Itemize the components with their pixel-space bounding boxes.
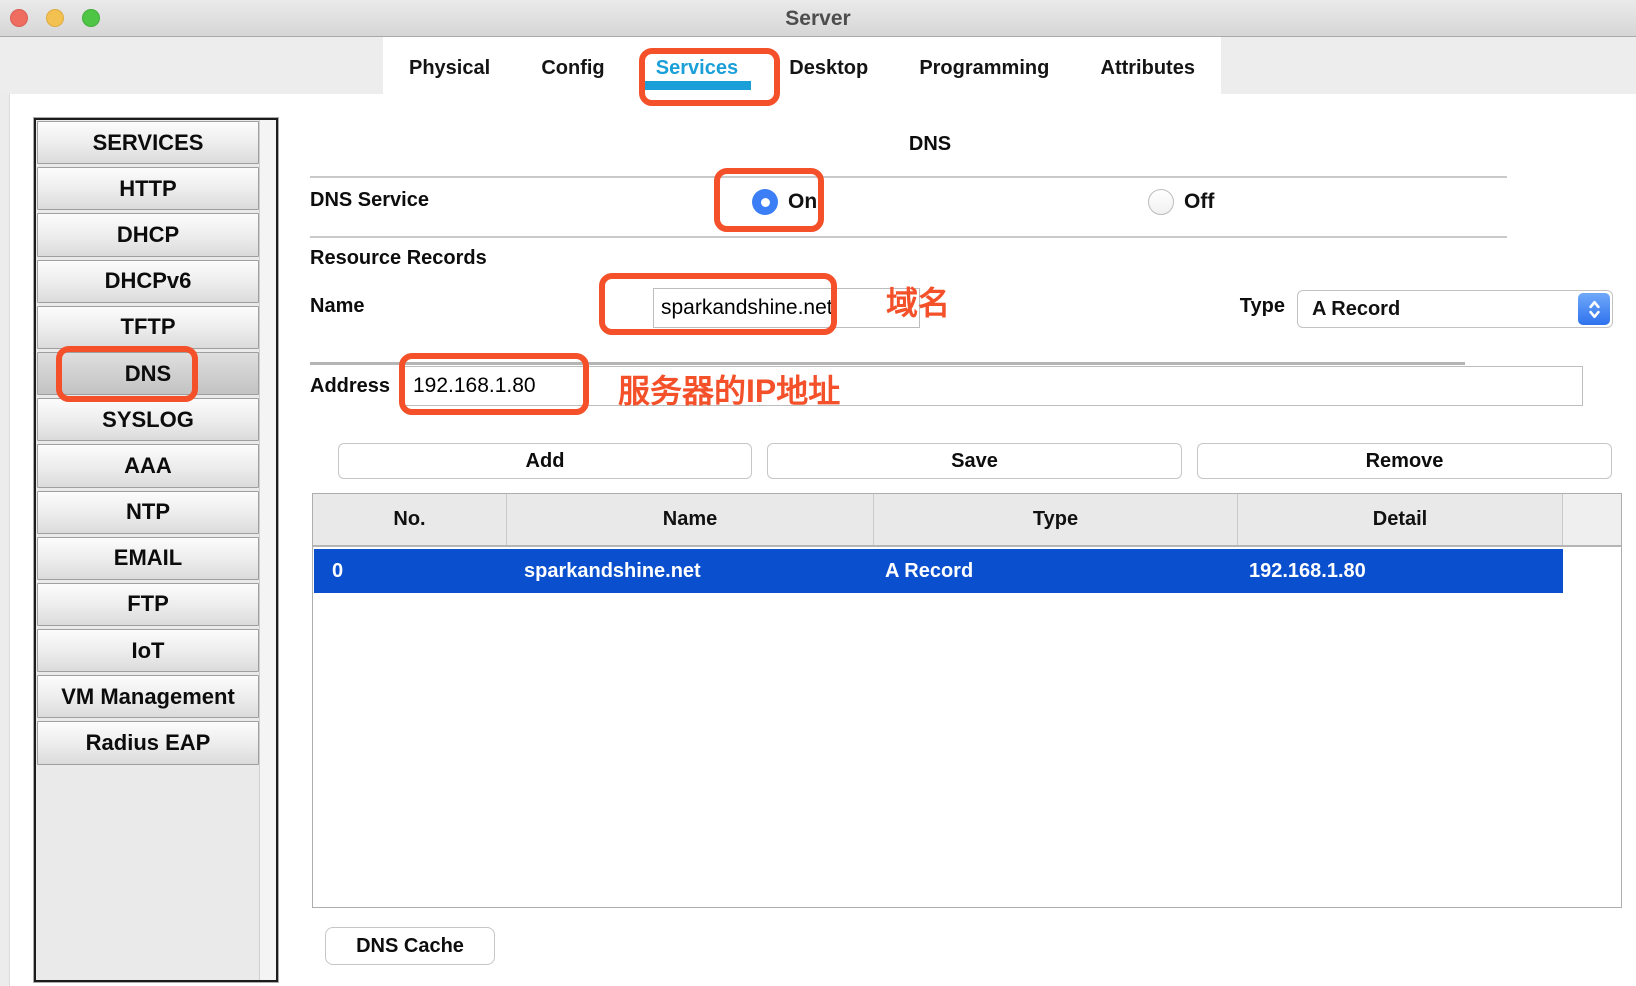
tab-services-label: Services: [656, 57, 738, 79]
tab-attributes[interactable]: Attributes: [1101, 57, 1195, 80]
dns-panel-title: DNS: [310, 133, 1550, 156]
type-dropdown-value: A Record: [1312, 298, 1400, 321]
sidebar-item-syslog[interactable]: SYSLOG: [37, 398, 259, 441]
up-down-chevrons-icon: [1588, 299, 1601, 320]
separator-line: [310, 236, 1507, 238]
cell-type: A Record: [875, 560, 1239, 583]
separator-line: [310, 362, 1465, 365]
cell-detail: 192.168.1.80: [1239, 560, 1563, 583]
sidebar-item-http[interactable]: HTTP: [37, 167, 259, 210]
title-bar: Server: [0, 0, 1636, 37]
name-input[interactable]: sparkandshine.net: [653, 288, 920, 328]
resource-records-label: Resource Records: [310, 247, 487, 270]
annotation-text-server-ip: 服务器的IP地址: [618, 366, 840, 412]
sidebar-item-ftp[interactable]: FTP: [37, 583, 259, 626]
active-tab-indicator: [643, 81, 751, 90]
radio-off-unselected[interactable]: [1148, 189, 1174, 215]
sidebar-item-email[interactable]: EMAIL: [37, 537, 259, 580]
dropdown-stepper-icon: [1578, 293, 1610, 325]
sidebar-item-radius-eap[interactable]: Radius EAP: [37, 721, 259, 764]
radio-on-selected[interactable]: [752, 189, 778, 215]
cell-name: sparkandshine.net: [508, 560, 875, 583]
table-header-row: No. Name Type Detail: [313, 494, 1621, 547]
sidebar-item-iot[interactable]: IoT: [37, 629, 259, 672]
radio-off-label: Off: [1184, 190, 1214, 214]
column-header-name: Name: [507, 494, 874, 545]
add-button[interactable]: Add: [338, 443, 752, 479]
name-label: Name: [310, 295, 364, 318]
address-input[interactable]: 192.168.1.80: [402, 366, 1583, 406]
dns-cache-button[interactable]: DNS Cache: [325, 927, 495, 965]
annotation-text-domain: 域名: [886, 278, 950, 324]
separator-line: [310, 176, 1507, 178]
resource-records-table: No. Name Type Detail 0 sparkandshine.net…: [312, 493, 1622, 908]
name-input-value: sparkandshine.net: [661, 296, 833, 320]
address-input-value: 192.168.1.80: [413, 374, 536, 398]
sidebar-item-services[interactable]: SERVICES: [37, 121, 259, 164]
sidebar-item-dns[interactable]: DNS: [37, 352, 259, 395]
tab-programming[interactable]: Programming: [919, 57, 1049, 80]
dns-service-label: DNS Service: [310, 189, 429, 212]
sidebar-item-vm-management[interactable]: VM Management: [37, 675, 259, 718]
column-header-filler: [1563, 494, 1621, 545]
window-title: Server: [0, 0, 1636, 37]
column-header-type: Type: [874, 494, 1238, 545]
sidebar-item-dns-label: DNS: [125, 361, 171, 387]
table-row-selected[interactable]: 0 sparkandshine.net A Record 192.168.1.8…: [314, 549, 1563, 593]
column-header-detail: Detail: [1238, 494, 1563, 545]
tab-services[interactable]: Services: [656, 57, 738, 80]
radio-on-label: On: [788, 190, 817, 214]
type-label: Type: [1195, 295, 1285, 318]
window-left-margin: [0, 94, 10, 986]
column-header-no: No.: [313, 494, 507, 545]
sidebar-item-tftp[interactable]: TFTP: [37, 306, 259, 349]
dns-service-on-option: On: [752, 189, 817, 215]
sidebar-item-ntp[interactable]: NTP: [37, 491, 259, 534]
sidebar-scrollbar[interactable]: [259, 120, 276, 980]
type-dropdown[interactable]: A Record: [1297, 290, 1613, 328]
tab-strip: Physical Config Services Desktop Program…: [383, 37, 1221, 94]
address-label: Address: [310, 375, 390, 398]
cell-no: 0: [314, 560, 508, 583]
save-button[interactable]: Save: [767, 443, 1182, 479]
tab-desktop[interactable]: Desktop: [789, 57, 868, 80]
tab-band: Physical Config Services Desktop Program…: [0, 37, 1636, 94]
sidebar-item-aaa[interactable]: AAA: [37, 444, 259, 487]
sidebar-item-dhcpv6[interactable]: DHCPv6: [37, 260, 259, 303]
tab-config[interactable]: Config: [541, 57, 604, 80]
sidebar-items: SERVICES HTTP DHCP DHCPv6 TFTP DNS SYSLO…: [37, 121, 259, 765]
sidebar-item-dhcp[interactable]: DHCP: [37, 213, 259, 256]
remove-button[interactable]: Remove: [1197, 443, 1612, 479]
dns-service-off-option: Off: [1148, 189, 1214, 215]
tab-physical[interactable]: Physical: [409, 57, 490, 80]
services-sidebar: SERVICES HTTP DHCP DHCPv6 TFTP DNS SYSLO…: [34, 118, 278, 982]
